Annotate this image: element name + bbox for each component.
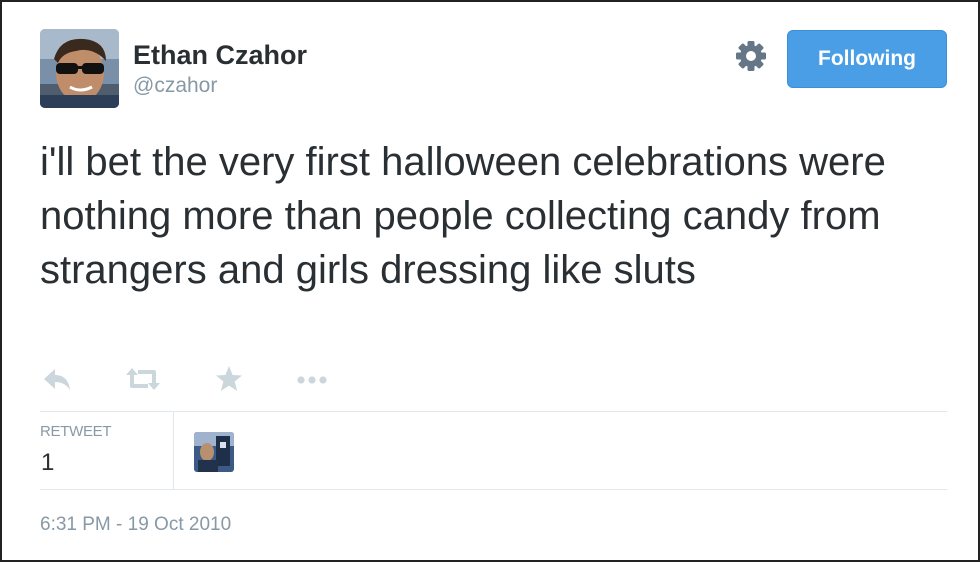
retweet-icon[interactable] (124, 362, 162, 401)
gear-icon[interactable] (734, 39, 768, 73)
profile-photo (40, 29, 119, 108)
tweet-text: i'll bet the very first halloween celebr… (40, 140, 886, 292)
user-handle[interactable]: @czahor (133, 74, 217, 98)
favorite-star-icon[interactable] (214, 362, 244, 401)
more-dots-icon[interactable] (295, 362, 329, 401)
avatar[interactable] (40, 29, 119, 108)
retweet-count[interactable]: 1 (41, 449, 54, 477)
reply-icon[interactable] (40, 362, 74, 401)
retweeter-avatar[interactable] (194, 432, 234, 472)
stats-bottom-divider (40, 489, 947, 490)
user-name[interactable]: Ethan Czahor (133, 40, 307, 71)
retweet-label: RETWEET (40, 423, 112, 440)
following-button[interactable]: Following (787, 30, 947, 88)
tweet-timestamp[interactable]: 6:31 PM - 19 Oct 2010 (40, 514, 231, 536)
stats-top-divider (40, 411, 947, 412)
tweet-card: Ethan Czahor @czahor Following i'll bet … (0, 0, 980, 562)
stats-vertical-divider (173, 412, 174, 490)
